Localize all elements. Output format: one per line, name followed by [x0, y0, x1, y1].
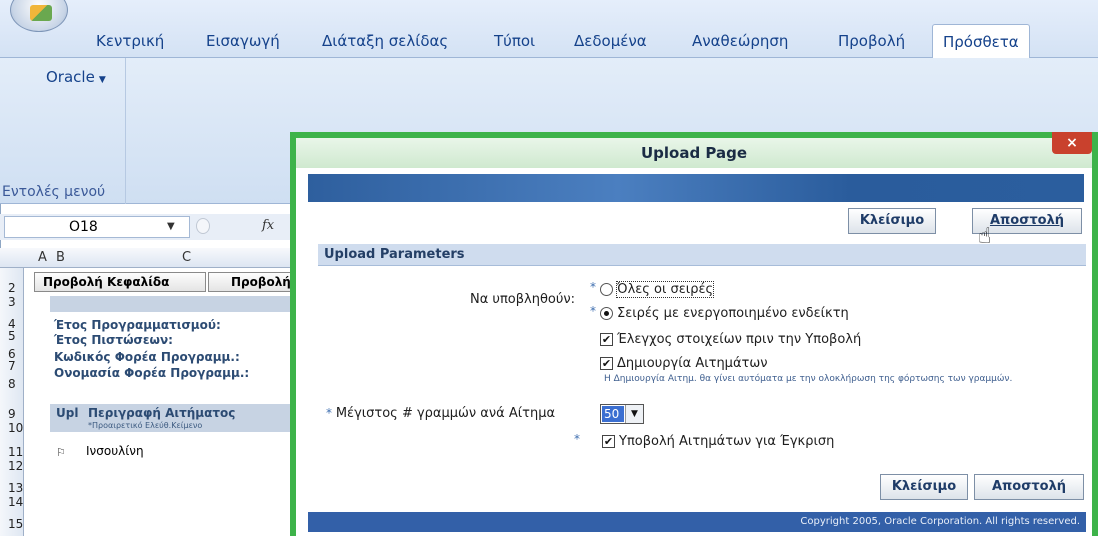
formula-bar: O18 ▼ fx: [0, 214, 290, 240]
row-header[interactable]: 14: [8, 496, 23, 508]
create-requests-checkbox[interactable]: ✔ Δημιουργία Αιτημάτων: [600, 356, 768, 371]
office-logo-icon: [30, 5, 52, 21]
checkbox-checked-icon[interactable]: ✔: [602, 435, 615, 448]
view-header-button[interactable]: Προβολή Κεφαλίδα: [34, 272, 206, 292]
approve-label: Υποβολή Αιτημάτων για Έγκριση: [619, 434, 835, 449]
description-header: Περιγραφή Αιτήματος: [88, 406, 236, 420]
copyright-footer: Copyright 2005, Oracle Corporation. All …: [308, 512, 1086, 532]
row-header-bar: 2 3 4 5 6 7 8 9 10 11 12 13 14 15: [0, 268, 24, 536]
validate-checkbox[interactable]: ✔ Έλεγχος στοιχείων πριν την Υποβολή: [600, 332, 861, 347]
menu-commands-group: Oracle ▼ Εντολές μενού: [0, 58, 126, 204]
oracle-banner: [308, 174, 1084, 202]
max-rows-select[interactable]: 50 ▼: [600, 404, 644, 424]
upl-header: Upl: [56, 406, 79, 420]
required-star: *: [590, 280, 596, 294]
row-header[interactable]: 8: [8, 378, 16, 390]
group-label: Εντολές μενού: [2, 184, 106, 200]
row-header[interactable]: 10: [8, 422, 23, 434]
row-header[interactable]: 9: [8, 408, 16, 420]
close-button[interactable]: Κλείσιμο: [848, 208, 936, 234]
radio-all-label: Όλες οι σειρές: [615, 281, 715, 298]
tab-data[interactable]: Δεδομένα: [574, 24, 647, 58]
radio-selected-icon[interactable]: [600, 307, 613, 320]
approve-checkbox[interactable]: ✔ Υποβολή Αιτημάτων για Έγκριση: [602, 434, 834, 449]
planning-year-label: Έτος Προγραμματισμού:: [54, 318, 221, 332]
tab-review[interactable]: Αναθεώρηση: [692, 24, 788, 58]
name-box[interactable]: O18 ▼: [4, 216, 190, 238]
row-header[interactable]: 13: [8, 482, 23, 494]
request-header: Upl Περιγραφή Αιτήματος *Προαιρετικό Ελε…: [50, 404, 290, 432]
chevron-down-icon: ▼: [98, 75, 106, 85]
close-button-bottom[interactable]: Κλείσιμο: [880, 474, 968, 500]
tab-insert[interactable]: Εισαγωγή: [206, 24, 280, 58]
row-header[interactable]: 7: [8, 360, 16, 372]
chevron-down-icon[interactable]: ▼: [167, 217, 175, 237]
credit-year-label: Έτος Πιστώσεων:: [54, 333, 173, 347]
flag-icon[interactable]: ⚐: [56, 446, 66, 459]
checkbox-checked-icon[interactable]: ✔: [600, 333, 613, 346]
ribbon-tab-bar: Κεντρική Εισαγωγή Διάταξη σελίδας Τύποι …: [0, 0, 1098, 59]
radio-icon[interactable]: [600, 283, 613, 296]
upload-dialog: Upload Page × Κλείσιμο Αποστολή Upload P…: [290, 132, 1098, 536]
max-rows-label: * Μέγιστος # γραμμών ανά Αίτημα: [326, 406, 556, 421]
submit-rows-label: Να υποβληθούν:: [470, 292, 576, 307]
tab-page-layout[interactable]: Διάταξη σελίδας: [322, 24, 448, 58]
row-header[interactable]: 2: [8, 282, 16, 294]
hand-cursor-icon: ☝: [978, 224, 992, 249]
radio-all-rows[interactable]: Όλες οι σειρές: [600, 281, 715, 298]
tab-addins[interactable]: Πρόσθετα: [932, 24, 1030, 59]
fx-icon[interactable]: fx: [262, 218, 274, 233]
column-header-a[interactable]: A: [38, 250, 47, 265]
dialog-body: Κλείσιμο Αποστολή Upload Parameters Να υ…: [296, 168, 1092, 536]
row-header[interactable]: 11: [8, 446, 23, 458]
column-header-c[interactable]: C: [182, 250, 191, 265]
radio-flagged-label: Σειρές με ενεργοποιημένο ενδείκτη: [617, 306, 849, 321]
max-rows-label-text: Μέγιστος # γραμμών ανά Αίτημα: [335, 406, 556, 421]
description-subheader: *Προαιρετικό Ελεύθ.Κείμενο: [88, 421, 203, 430]
row-header[interactable]: 15: [8, 518, 23, 530]
office-button[interactable]: [10, 0, 68, 32]
close-icon[interactable]: ×: [1052, 132, 1092, 154]
required-star: *: [574, 432, 580, 446]
column-header-bar: A B C: [0, 248, 290, 268]
submit-button-bottom[interactable]: Αποστολή: [974, 474, 1084, 500]
max-rows-value: 50: [602, 406, 624, 422]
scroll-circle-icon: [196, 218, 210, 234]
tab-formulas[interactable]: Τύποι: [494, 24, 535, 58]
create-requests-label: Δημιουργία Αιτημάτων: [617, 356, 768, 371]
header-band: [50, 296, 290, 312]
dialog-title: Upload Page: [296, 138, 1092, 168]
required-star: *: [590, 304, 596, 318]
tab-view[interactable]: Προβολή: [838, 24, 905, 58]
row-header[interactable]: 5: [8, 330, 16, 342]
checkbox-checked-icon[interactable]: ✔: [600, 357, 613, 370]
validate-label: Έλεγχος στοιχείων πριν την Υποβολή: [617, 332, 862, 347]
oracle-menu-button[interactable]: Oracle ▼: [46, 68, 106, 86]
create-requests-hint: Η Δημιουργία Αιτημ. θα γίνει αυτόματα με…: [604, 374, 1013, 384]
org-code-label: Κωδικός Φορέα Προγραμμ.:: [54, 350, 240, 364]
table-cell[interactable]: Ινσουλίνη: [86, 444, 144, 458]
column-header-b[interactable]: B: [56, 250, 65, 265]
upload-parameters-header: Upload Parameters: [318, 244, 1086, 266]
tab-home[interactable]: Κεντρική: [96, 24, 164, 58]
row-header[interactable]: 12: [8, 460, 23, 472]
org-name-label: Ονομασία Φορέα Προγραμμ.:: [54, 366, 250, 380]
view-button[interactable]: Προβολή: [208, 272, 298, 292]
oracle-menu-label: Oracle: [46, 68, 95, 86]
chevron-down-icon[interactable]: ▼: [625, 405, 643, 423]
name-box-value: O18: [69, 219, 98, 235]
row-header[interactable]: 3: [8, 296, 16, 308]
radio-flagged-rows[interactable]: Σειρές με ενεργοποιημένο ενδείκτη: [600, 306, 849, 321]
